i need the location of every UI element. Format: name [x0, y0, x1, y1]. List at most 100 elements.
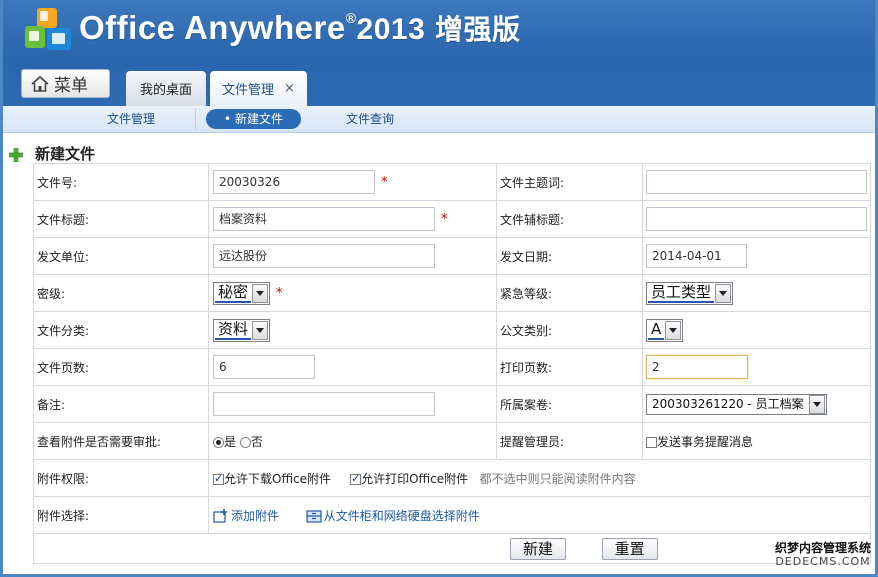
file-subtitle-input[interactable]: [646, 207, 867, 231]
required-mark: *: [381, 174, 388, 190]
brand-title: Office Anywhere®2013 增强版: [79, 9, 521, 46]
form-row: 查看附件是否需要审批: 是 否 提醒管理员: 发送事务提醒消息: [33, 422, 871, 460]
approval-no-radio[interactable]: [239, 436, 251, 448]
secrecy-value: 秘密: [215, 283, 252, 303]
form-row: 文件标题: 档案资料 * 文件辅标题:: [33, 200, 871, 238]
form-row: 密级: 秘密 * 紧急等级: 员工类型: [33, 274, 871, 312]
add-attachment-link[interactable]: 添加附件: [213, 509, 283, 523]
page-count-label: 文件页数:: [33, 348, 209, 386]
subnav-file-query[interactable]: 文件查询: [346, 106, 394, 133]
remind-admin-option: 发送事务提醒消息: [657, 434, 754, 449]
form-row: 附件选择: 添加附件 从文件柜和网络硬盘选择附件: [33, 496, 871, 534]
print-count-cell: 2: [642, 348, 871, 386]
remark-label: 备注:: [33, 385, 209, 423]
file-keyword-input[interactable]: [646, 170, 867, 194]
select-from-cabinet-link[interactable]: 从文件柜和网络硬盘选择附件: [306, 509, 480, 523]
page-count-cell: 6: [208, 348, 497, 386]
bullet-icon: •: [224, 112, 232, 126]
tab-label: 文件管理: [222, 83, 275, 98]
new-file-form: 文件号: 20030326 * 文件主题词: 文件标题: 档案资料 * 文件辅标题:…: [33, 163, 871, 564]
dropdown-arrow-icon: [715, 283, 732, 303]
archive-select[interactable]: 200303261220 - 员工档案: [646, 393, 827, 415]
subnav-new-file[interactable]: • 新建文件: [206, 109, 301, 129]
header-bar: Office Anywhere®2013 增强版 菜单 我的桌面 文件管理 ×: [3, 0, 875, 106]
attach-select-label: 附件选择:: [33, 496, 209, 534]
watermark-line2: DEDECMS.COM: [775, 555, 871, 568]
issuer-label: 发文单位:: [33, 237, 209, 275]
file-title-cell: 档案资料 *: [208, 200, 497, 238]
button-row: 新建 重置: [33, 533, 871, 564]
category-label: 文件分类:: [33, 311, 209, 349]
home-icon: [31, 75, 49, 92]
remind-admin-checkbox[interactable]: [646, 436, 657, 448]
attach-perm-cell: 允许下载Office附件 允许打印Office附件 都不选中则只能阅读附件内容: [208, 459, 871, 497]
category-value: 资料: [215, 320, 252, 340]
issue-date-input[interactable]: 2014-04-01: [646, 244, 747, 268]
file-no-input[interactable]: 20030326: [213, 170, 375, 194]
watermark-line1: 织梦内容管理系统: [774, 541, 871, 555]
archive-value: 200303261220 - 员工档案: [648, 395, 808, 413]
subnav-file-management[interactable]: 文件管理: [107, 106, 155, 133]
required-mark: *: [276, 285, 283, 301]
issue-date-label: 发文日期:: [496, 237, 643, 275]
urgency-cell: 员工类型: [642, 274, 871, 312]
close-icon[interactable]: ×: [284, 81, 295, 96]
file-title-input[interactable]: 档案资料: [213, 207, 435, 231]
watermark: 织梦内容管理系统 DEDECMS.COM: [773, 541, 873, 569]
doc-type-value: A: [648, 320, 665, 340]
category-select[interactable]: 资料: [213, 318, 271, 342]
attach-select-cell: 添加附件 从文件柜和网络硬盘选择附件: [208, 496, 871, 534]
need-approval-cell: 是 否: [208, 422, 497, 460]
issuer-input[interactable]: 远达股份: [213, 244, 435, 268]
page-title: 新建文件: [35, 145, 96, 163]
urgency-select[interactable]: 员工类型: [646, 281, 734, 305]
archive-cell: 200303261220 - 员工档案: [642, 385, 871, 423]
dropdown-arrow-icon: [252, 320, 269, 340]
approval-no-label: 否: [250, 434, 263, 449]
page-count-input[interactable]: 6: [213, 355, 315, 379]
allow-print-label: 允许打印Office附件: [361, 471, 469, 486]
office-logo-icon: [25, 8, 71, 50]
secrecy-cell: 秘密 *: [208, 274, 497, 312]
category-cell: 资料: [208, 311, 497, 349]
menu-button-label: 菜单: [54, 76, 88, 96]
reset-button[interactable]: 重置: [601, 537, 658, 560]
tab-label: 我的桌面: [139, 83, 192, 98]
tab-my-desktop[interactable]: 我的桌面: [126, 71, 206, 106]
allow-print-checkbox[interactable]: [350, 472, 362, 485]
remark-cell: [208, 385, 497, 423]
form-row: 文件号: 20030326 * 文件主题词:: [33, 163, 871, 201]
need-approval-label: 查看附件是否需要审批:: [33, 422, 209, 460]
file-keyword-label: 文件主题词:: [496, 163, 643, 201]
urgency-label: 紧急等级:: [496, 274, 643, 312]
file-cabinet-icon: [306, 510, 322, 523]
file-subtitle-cell: [642, 200, 871, 238]
remind-admin-label: 提醒管理员:: [496, 422, 643, 460]
subnav-label: 新建文件: [234, 112, 283, 126]
print-count-input[interactable]: 2: [646, 355, 748, 379]
tab-file-management[interactable]: 文件管理 ×: [210, 71, 307, 106]
form-row: 文件分类: 资料 公文类别: A: [33, 311, 871, 349]
issuer-cell: 远达股份: [208, 237, 497, 275]
plus-icon: [9, 148, 23, 162]
doc-type-select[interactable]: A: [646, 318, 684, 342]
subnav-divider: [195, 109, 196, 130]
dropdown-arrow-icon: [252, 283, 269, 303]
select-from-cabinet-label: 从文件柜和网络硬盘选择附件: [323, 508, 480, 523]
menu-button[interactable]: 菜单: [21, 69, 110, 98]
form-row: 文件页数: 6 打印页数: 2: [33, 348, 871, 386]
file-no-cell: 20030326 *: [208, 163, 497, 201]
allow-download-checkbox[interactable]: [213, 472, 224, 485]
remark-input[interactable]: [213, 392, 435, 416]
form-row: 备注: 所属案卷: 200303261220 - 员工档案: [33, 385, 871, 423]
file-title-label: 文件标题:: [33, 200, 209, 238]
file-subtitle-label: 文件辅标题:: [496, 200, 643, 238]
form-row: 发文单位: 远达股份 发文日期: 2014-04-01: [33, 237, 871, 275]
doc-type-label: 公文类别:: [496, 311, 643, 349]
create-button[interactable]: 新建: [510, 537, 567, 560]
required-mark: *: [441, 211, 448, 227]
approval-yes-radio[interactable]: [213, 436, 224, 448]
print-count-label: 打印页数:: [496, 348, 643, 386]
archive-label: 所属案卷:: [496, 385, 643, 423]
secrecy-select[interactable]: 秘密: [213, 281, 271, 305]
